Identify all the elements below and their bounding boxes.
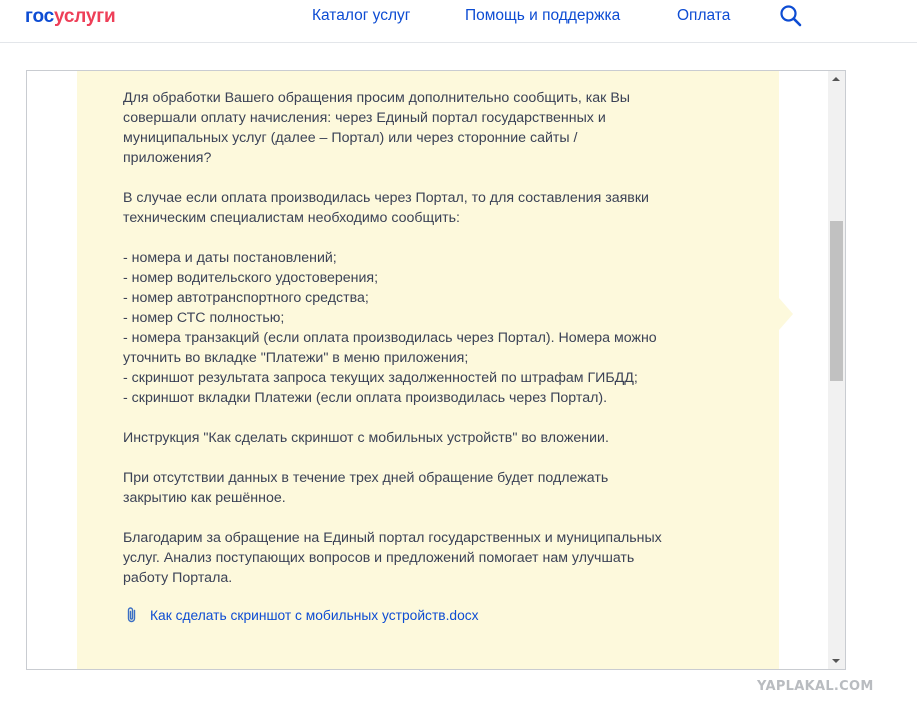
gosuslugi-logo[interactable]: госуслуги <box>25 5 116 29</box>
message-requirements-list: - номера и даты постановлений; - номер в… <box>123 250 657 406</box>
vertical-scrollbar[interactable] <box>828 71 845 669</box>
search-icon <box>780 5 802 27</box>
message-paragraph: При отсутствии данных в течение трех дне… <box>123 470 609 506</box>
message-paragraph: В случае если оплата производилась через… <box>123 190 649 226</box>
nav-catalog-link[interactable]: Каталог услуг <box>312 6 410 26</box>
scroll-down-arrow-icon[interactable] <box>828 652 845 669</box>
nav-help-link[interactable]: Помощь и поддержка <box>465 6 620 26</box>
scroll-up-arrow-icon[interactable] <box>828 71 845 88</box>
message-paragraph: Для обработки Вашего обращения просим до… <box>123 90 630 166</box>
top-header: госуслуги Каталог услуг Помощь и поддерж… <box>0 0 917 43</box>
logo-part-uslugi: услуги <box>54 6 116 27</box>
message-paragraph: Благодарим за обращение на Единый портал… <box>123 530 662 586</box>
message-paragraph: Инструкция "Как сделать скриншот с мобил… <box>123 430 609 446</box>
scrollbar-thumb[interactable] <box>830 221 843 381</box>
attachment-filename: Как сделать скриншот с мобильных устройс… <box>150 607 479 623</box>
nav-payment-link[interactable]: Оплата <box>677 6 730 26</box>
message-body: Для обработки Вашего обращения просим до… <box>123 88 723 588</box>
bubble-pointer <box>779 298 793 330</box>
logo-part-gos: гос <box>25 6 54 27</box>
watermark: YAPLAKAL.COM <box>757 679 874 694</box>
attachment-link[interactable]: Как сделать скриншот с мобильных устройс… <box>123 605 479 625</box>
paperclip-icon <box>127 607 136 623</box>
search-button[interactable] <box>779 4 803 28</box>
message-frame: Для обработки Вашего обращения просим до… <box>26 70 846 670</box>
